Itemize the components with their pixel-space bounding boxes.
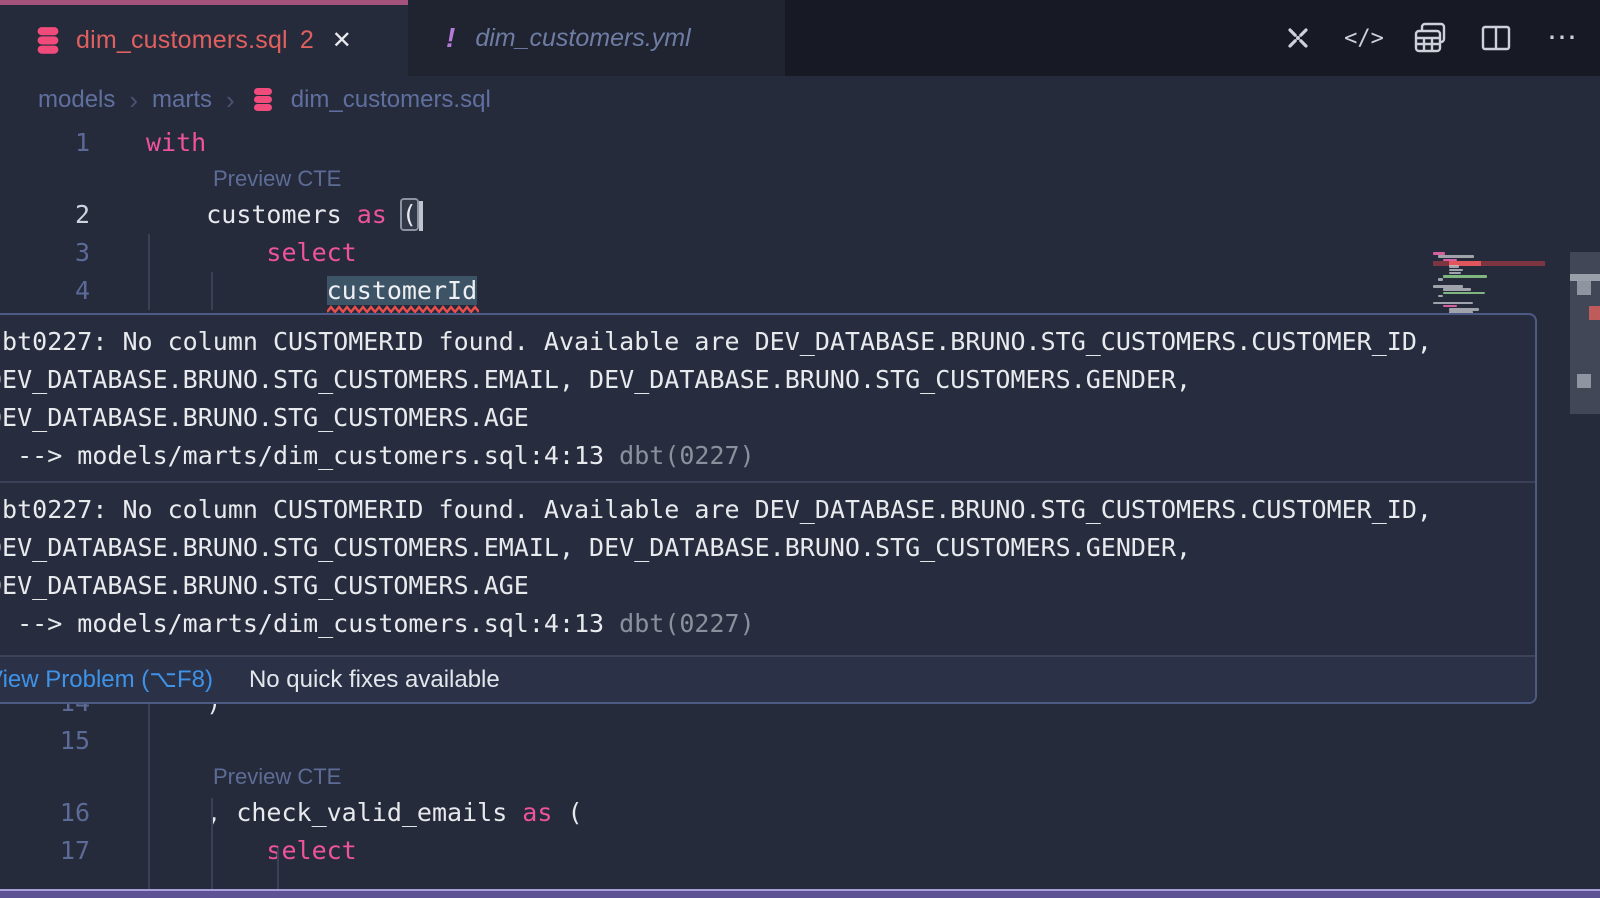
code-editor[interactable]: 1withPreview CTE2 customers as (3 select… [0,124,1600,898]
indent-guide [148,684,150,891]
database-icon [34,26,62,56]
minimap-code-line [1443,288,1471,291]
overview-ruler[interactable] [1570,248,1600,898]
minimap-code-line [1443,292,1485,295]
indent-guide [277,848,279,891]
line-number: 1 [0,124,90,162]
code-line-content: select [146,234,357,272]
close-icon[interactable]: ✕ [332,26,352,55]
diagnostic-source: dbt(0227) [604,441,755,470]
modified-count-badge: 2 [300,26,314,55]
diagnostic-text-line: dbt0227: No column CUSTOMERID found. Ava… [0,491,1535,529]
line-number: 4 [0,272,90,310]
indent-guide [211,272,213,310]
hover-status-bar: View Problem (⌥F8) No quick fixes availa… [0,655,1535,702]
code-line[interactable]: 15 [0,722,1430,760]
code-line[interactable]: 17 select [0,832,1430,870]
more-actions-icon[interactable]: ⋯ [1542,18,1582,58]
editor-actions: </> ⋯ [1278,0,1582,76]
minimap-code-line [1449,269,1463,272]
line-number: 17 [0,832,90,870]
minimap-code-line [1433,252,1445,255]
breadcrumb-item-models[interactable]: models [38,86,115,114]
ruler-marker [1570,274,1600,281]
query-results-icon[interactable] [1410,18,1450,58]
code-icon[interactable]: </> [1344,18,1384,58]
code-line[interactable]: 16 , check_valid_emails as ( [0,794,1430,832]
code-line[interactable]: 3 select [0,234,1430,272]
minimap-code-line [1438,278,1443,281]
breadcrumb-item-marts[interactable]: marts [152,86,212,114]
view-problem-link[interactable]: View Problem (⌥F8) [0,665,213,694]
code-line-content: with [146,124,206,162]
code-line[interactable]: 4 customerId [0,272,1430,310]
diagnostic-text-line: dbt0227: No column CUSTOMERID found. Ava… [0,323,1535,361]
ruler-error-marker [1589,306,1600,320]
code-line-content: select [146,832,357,870]
code-line[interactable]: 1 with [0,124,1430,162]
ruler-marker [1577,281,1591,295]
minimap-code-line [1433,285,1463,288]
code-line-content: customerId [146,272,477,310]
bottom-panel-divider[interactable] [0,889,1600,898]
no-quick-fixes-text: No quick fixes available [249,666,500,694]
indent-guide [211,798,213,891]
breadcrumb: models › marts › dim_customers.sql [0,76,1600,124]
line-number: 16 [0,794,90,832]
minimap-code-line [1449,265,1459,268]
diagnostic-text-line: DEV_DATABASE.BRUNO.STG_CUSTOMERS.EMAIL, … [0,361,1535,399]
line-number: 2 [0,196,90,234]
ruler-marker [1577,374,1591,388]
code-line[interactable]: 2 customers as ( [0,196,1430,234]
chevron-right-icon: › [226,85,235,116]
text-cursor [419,201,423,231]
database-icon [251,87,275,113]
diagnostic-text-line: DEV_DATABASE.BRUNO.STG_CUSTOMERS.EMAIL, … [0,529,1535,567]
breadcrumb-item-file[interactable]: dim_customers.sql [291,86,491,114]
codelens-preview-cte[interactable]: Preview CTE [213,162,341,196]
minimap-code-line [1449,308,1479,311]
minimap-code-line [1443,275,1487,278]
line-number: 15 [0,722,90,760]
tab-dim-customers-sql[interactable]: dim_customers.sql 2 ✕ [0,0,408,76]
diagnostic-message: dbt0227: No column CUSTOMERID found. Ava… [0,315,1535,481]
problem-hover-popup: dbt0227: No column CUSTOMERID found. Ava… [0,313,1537,704]
diagnostic-source: dbt(0227) [604,609,755,638]
chevron-right-icon: › [129,85,138,116]
diagnostic-text-line: DEV_DATABASE.BRUNO.STG_CUSTOMERS.AGE [0,399,1535,437]
line-number: 3 [0,234,90,272]
tab-bar: dim_customers.sql 2 ✕ ! dim_customers.ym… [0,0,1600,76]
warning-icon: ! [446,22,455,54]
minimap-code-line [1438,295,1443,298]
minimap-code-line [1433,302,1473,305]
minimap-code-line [1438,255,1474,258]
diagnostic-location-line: --> models/marts/dim_customers.sql:4:13 … [0,605,1535,643]
tab-dim-customers-yml[interactable]: ! dim_customers.yml [408,0,785,76]
tab-label: dim_customers.sql [76,26,288,55]
dbt-icon[interactable] [1278,18,1318,58]
codelens-preview-cte[interactable]: Preview CTE [213,760,341,794]
vscode-editor-window: dim_customers.sql 2 ✕ ! dim_customers.ym… [0,0,1600,898]
diagnostic-message: dbt0227: No column CUSTOMERID found. Ava… [0,483,1535,655]
diagnostic-location-line: --> models/marts/dim_customers.sql:4:13 … [0,437,1535,475]
bracket-match: ( [402,200,417,229]
tab-label: dim_customers.yml [475,24,690,53]
split-editor-icon[interactable] [1476,18,1516,58]
selected-word-with-error: customerId [327,276,478,305]
minimap-code-line [1443,305,1457,308]
minimap-code-line [1449,272,1461,275]
code-line-content: customers as ( [146,196,423,234]
diagnostic-text-line: DEV_DATABASE.BRUNO.STG_CUSTOMERS.AGE [0,567,1535,605]
indent-guide [148,234,150,310]
